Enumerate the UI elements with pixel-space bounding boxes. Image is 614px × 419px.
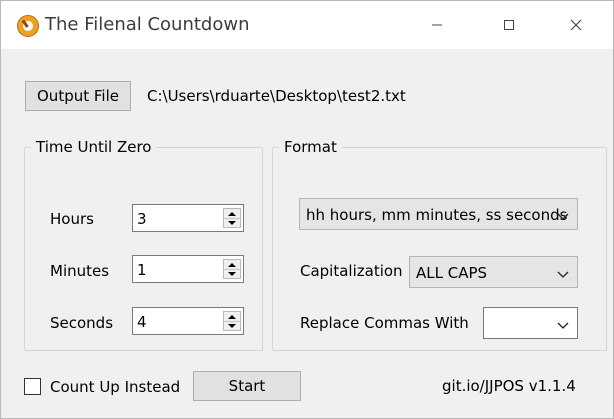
output-path-label: C:\Users\rduarte\Desktop\test2.txt: [147, 87, 406, 105]
maximize-icon: [503, 19, 515, 31]
app-window: The Filenal Countdown Output File C:\Use…: [0, 0, 614, 419]
minimize-button[interactable]: [414, 1, 460, 49]
hours-value: 3: [137, 210, 147, 228]
start-button-label: Start: [228, 377, 266, 395]
close-icon: [570, 19, 582, 31]
title-bar[interactable]: The Filenal Countdown: [1, 1, 613, 49]
seconds-value: 4: [137, 313, 147, 331]
replace-commas-dropdown[interactable]: [483, 307, 578, 339]
format-dropdown[interactable]: hh hours, mm minutes, ss seconds: [299, 198, 578, 230]
hours-spinner[interactable]: [223, 208, 241, 228]
seconds-label: Seconds: [50, 314, 114, 332]
stopwatch-icon: [17, 15, 39, 37]
format-value: hh hours, mm minutes, ss seconds: [306, 206, 568, 224]
count-up-checkbox[interactable]: [24, 378, 41, 395]
spin-down-icon[interactable]: [224, 269, 240, 278]
minutes-spinner[interactable]: [223, 259, 241, 279]
close-button[interactable]: [553, 1, 599, 49]
minutes-input[interactable]: 1: [132, 255, 244, 283]
spin-down-icon[interactable]: [224, 218, 240, 227]
minutes-value: 1: [137, 261, 147, 279]
maximize-button[interactable]: [486, 1, 532, 49]
format-group: Format hh hours, mm minutes, ss seconds …: [272, 138, 607, 351]
format-group-title: Format: [279, 138, 342, 156]
count-up-label[interactable]: Count Up Instead: [50, 378, 180, 396]
time-until-zero-group: Time Until Zero Hours 3 Minutes 1 Second…: [24, 138, 263, 351]
version-label: git.io/JJPOS v1.1.4: [442, 377, 576, 395]
capitalization-dropdown[interactable]: ALL CAPS: [409, 256, 578, 288]
start-button[interactable]: Start: [193, 371, 301, 401]
spin-down-icon[interactable]: [224, 321, 240, 330]
hours-input[interactable]: 3: [132, 204, 244, 232]
minutes-label: Minutes: [50, 262, 110, 280]
chevron-down-icon: [556, 266, 570, 284]
minimize-icon: [431, 19, 443, 31]
replace-commas-label: Replace Commas With: [300, 314, 469, 332]
time-group-title: Time Until Zero: [31, 138, 157, 156]
hours-label: Hours: [50, 210, 94, 228]
seconds-spinner[interactable]: [223, 311, 241, 331]
capitalization-label: Capitalization: [300, 262, 403, 280]
window-title: The Filenal Countdown: [45, 14, 250, 35]
capitalization-value: ALL CAPS: [416, 264, 488, 282]
chevron-down-icon: [556, 317, 570, 335]
seconds-input[interactable]: 4: [132, 307, 244, 335]
output-file-button[interactable]: Output File: [25, 81, 131, 111]
chevron-down-icon: [556, 208, 570, 226]
output-file-button-label: Output File: [37, 87, 119, 105]
